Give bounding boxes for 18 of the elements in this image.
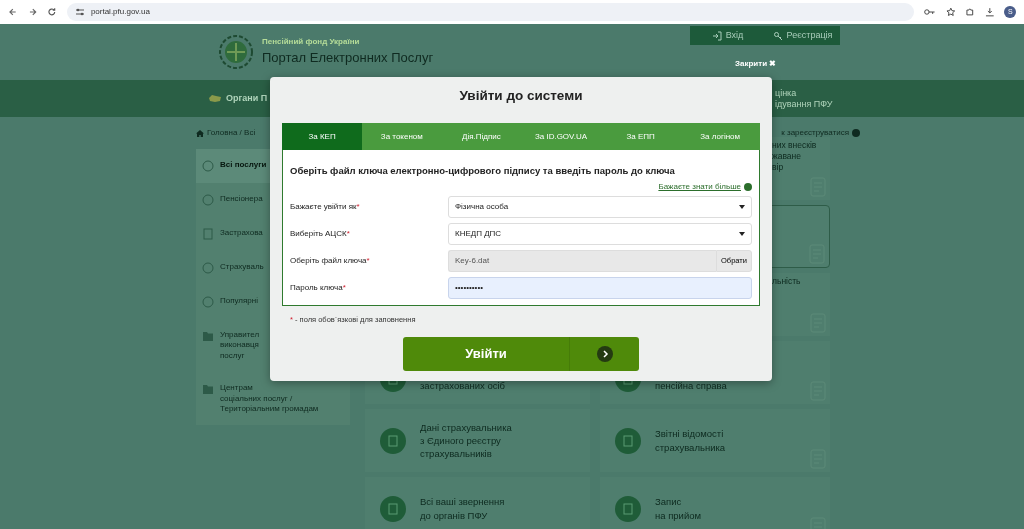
org-name: Пенсійний фонд України: [262, 36, 361, 49]
field-label: Виберіть АЦСК*: [290, 227, 351, 240]
service-title: Запис на прийом: [655, 495, 702, 522]
dialog-title: Увійти до системи: [458, 87, 584, 105]
field-label: Оберіть файл ключа*: [290, 254, 371, 267]
field-label: Пароль ключа*: [290, 281, 347, 294]
service-title: застрахованих осіб: [420, 378, 505, 392]
service-title: льність: [772, 276, 801, 288]
service-title: них внесків жаване вір: [772, 140, 817, 174]
service-title: Дані страхувальника з Єдиного реєстру страхувальників: [420, 420, 512, 461]
field-label: Бажаєте увійти як*: [290, 200, 361, 213]
service-title: Всі ваші звернення до органів ПФУ: [420, 495, 505, 522]
breadcrumb-trail: Головна / Всі: [207, 127, 256, 139]
service-title: Звітні відомості страхувальника: [655, 427, 726, 454]
register-hint-text: к зареєструватися: [781, 127, 849, 139]
service-title: пенсійна справа: [655, 378, 727, 392]
portal-title: Портал Електронних Послуг: [262, 49, 434, 68]
form-heading: Оберіть файл ключа електронно-цифрового підпису та введіть пароль до ключа: [290, 164, 676, 178]
